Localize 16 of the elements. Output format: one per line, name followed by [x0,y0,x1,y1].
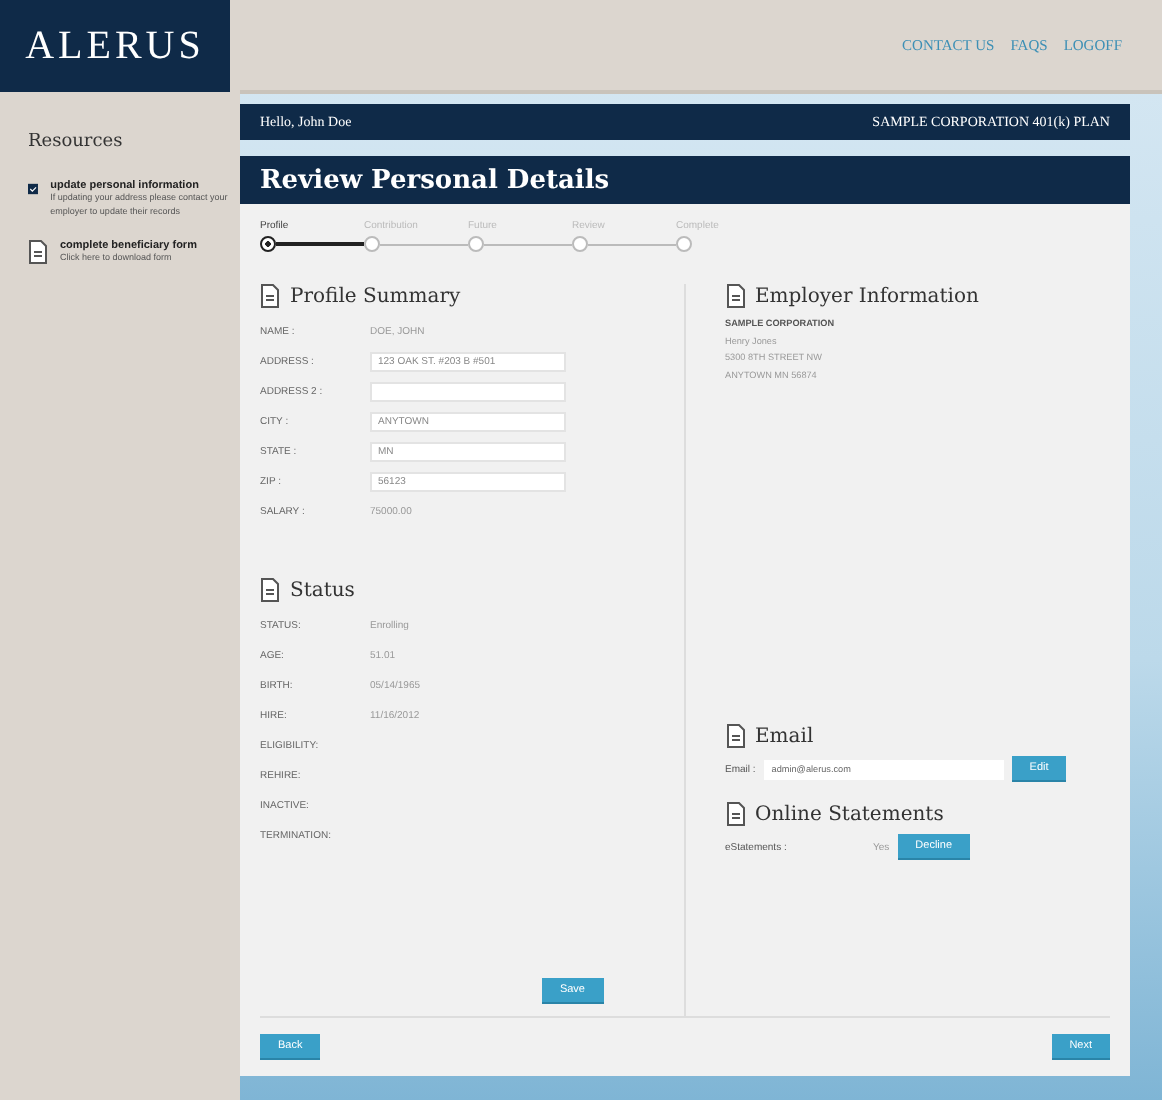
document-icon [725,284,745,308]
document-icon [28,239,48,263]
section-title: Online Statements [755,803,944,825]
section-title: Email [755,725,814,747]
document-icon [725,724,745,748]
section-title: Profile Summary [290,285,461,307]
logo: ALERUS [0,0,230,92]
sidebar-title: Resources [28,132,125,152]
page-title: Review Personal Details [240,156,1130,204]
section-title: Employer Information [755,285,979,307]
document-icon [260,578,280,602]
section-title: Status [290,579,355,601]
checkbox[interactable] [28,180,39,198]
input-field[interactable] [370,381,566,401]
document-icon [725,802,745,826]
document-icon [260,284,280,308]
